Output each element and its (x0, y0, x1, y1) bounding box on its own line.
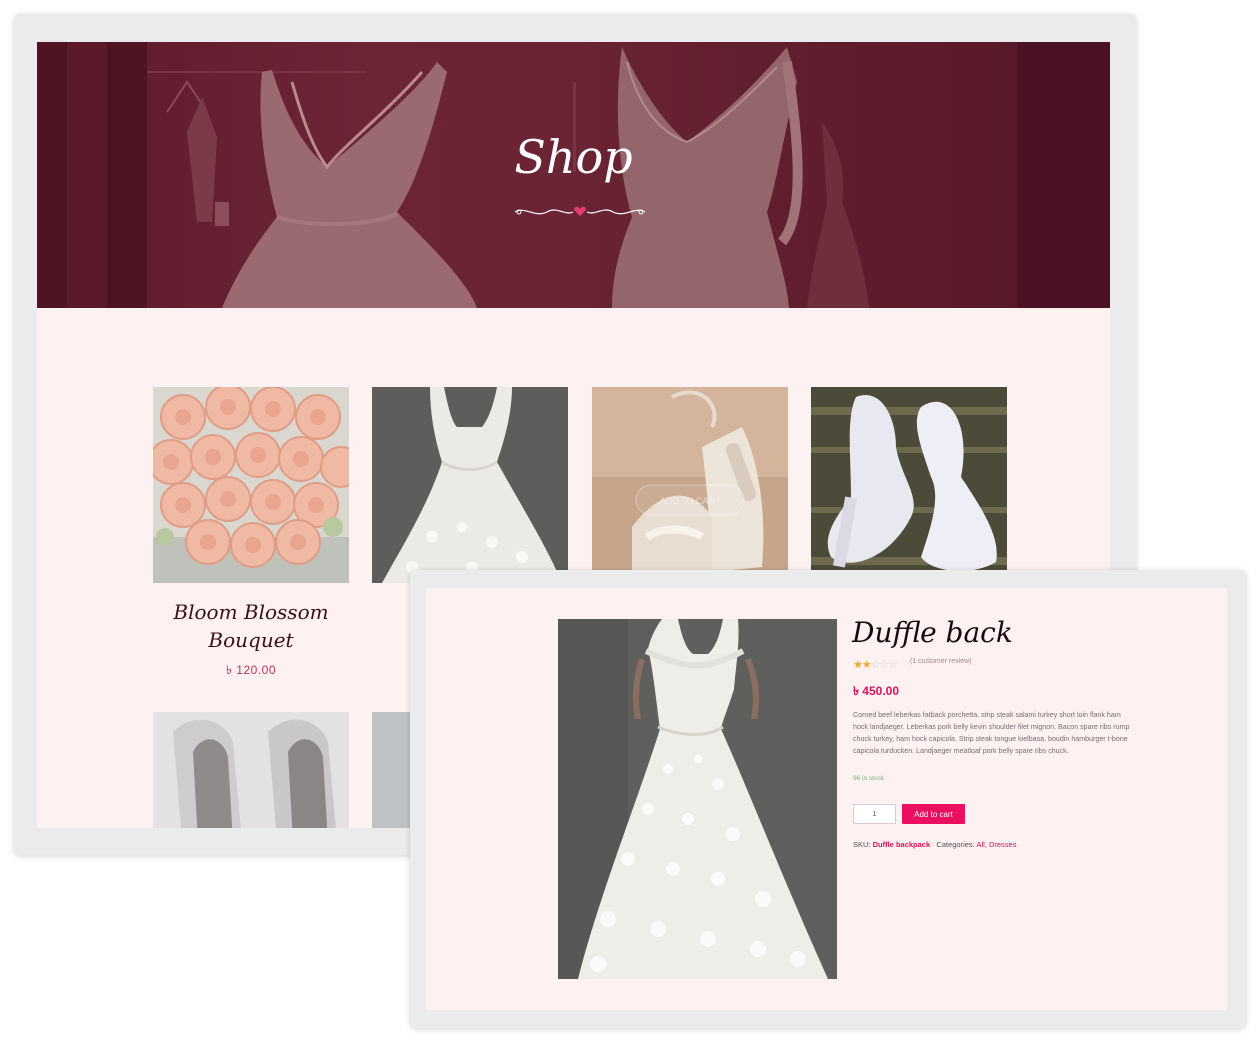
product-thumbnail-wedding-dress[interactable] (372, 387, 568, 583)
categories-links[interactable]: All, Dresses (976, 840, 1016, 849)
add-to-cart-button[interactable]: Add to cart (902, 804, 965, 824)
review-count-link[interactable]: (1 customer review) (910, 658, 971, 665)
add-to-cart-overlay[interactable]: ADD TO CART (660, 496, 721, 506)
glitter-heels-image (811, 387, 1007, 583)
heart-ornament-icon (514, 206, 646, 216)
product-page: Duffle back ★★☆☆☆ (1 customer review) ৳ … (426, 588, 1227, 1010)
product-main-image[interactable] (558, 619, 837, 979)
rating-stars-icon[interactable]: ★★☆☆☆ (853, 658, 898, 671)
product-thumbnail-rose-bouquet[interactable] (153, 387, 349, 583)
product-title-line2[interactable]: Bouquet (153, 626, 349, 654)
product-meta: SKU: Duffle backpack Categories: All, Dr… (853, 840, 1016, 849)
sku-value: Duffle backpack (872, 840, 931, 849)
product-description: Corned beef leberkas fatback porchetta, … (853, 711, 1130, 755)
product-title-line1[interactable]: Bloom Blossom (153, 598, 349, 626)
rose-bouquet-image (153, 387, 349, 583)
wedding-dress-large-image (558, 619, 837, 979)
product-thumbnail-bridal-sandals[interactable]: ADD TO CART (592, 387, 788, 583)
sku-label: SKU: (853, 840, 871, 849)
white-shoes-image (153, 712, 349, 828)
product-price: ৳ 120.00 (225, 663, 276, 677)
product-title: Duffle back (852, 616, 1013, 649)
quantity-input[interactable]: 1 (853, 804, 896, 824)
wedding-dress-image (372, 387, 568, 583)
shop-hero-banner: Shop (37, 42, 1110, 308)
stock-status: 96 in stock (853, 775, 885, 782)
product-thumbnail-white-shoes[interactable] (153, 712, 349, 828)
page-title: Shop (514, 130, 633, 184)
product-thumbnail-glitter-heels[interactable] (811, 387, 1007, 583)
product-price: ৳ 450.00 (853, 684, 900, 698)
product-title-bloom-blossom[interactable]: Bloom Blossom Bouquet (153, 598, 349, 654)
categories-label: Categories: (936, 840, 975, 849)
bridal-sandals-image: ADD TO CART (592, 387, 788, 583)
